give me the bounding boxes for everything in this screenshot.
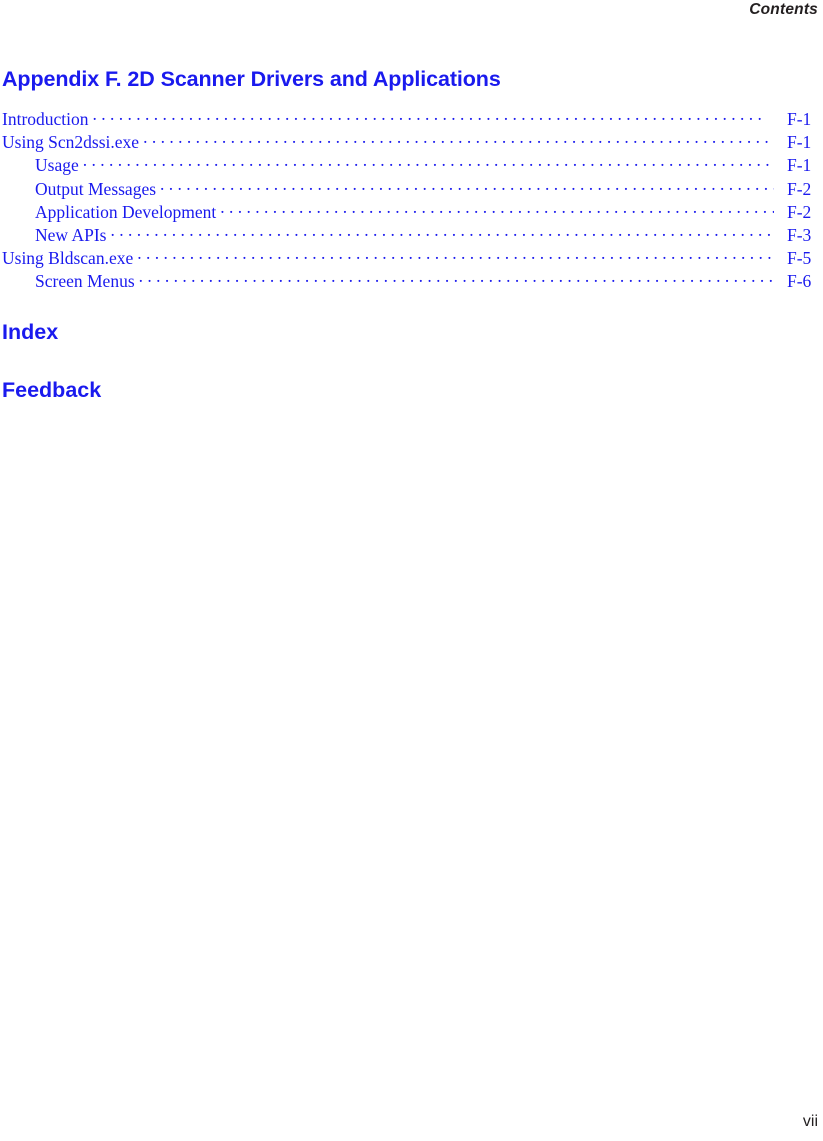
toc-entry-page: F-1 [787, 155, 812, 176]
toc-entry-page: F-1 [787, 109, 812, 129]
toc-leader-dots [160, 178, 774, 195]
toc-entry-page: F-2 [787, 201, 812, 222]
section-heading-index[interactable]: Index [2, 320, 58, 345]
toc-entry[interactable]: Screen Menus F-6 [0, 270, 823, 293]
toc-entry-page: F-5 [787, 248, 812, 269]
toc-leader-dots [110, 224, 774, 241]
toc-entry-label: Screen Menus [35, 271, 135, 292]
toc-entry-page: F-3 [787, 224, 812, 245]
document-page: Contents Appendix F. 2D Scanner Drivers … [0, 0, 823, 1141]
toc-leader-dots [139, 270, 774, 287]
toc-entry-label: New APIs [35, 224, 107, 245]
toc-leader-dots [220, 201, 774, 218]
toc-entry-page: F-2 [787, 178, 812, 199]
toc-leader-dots [93, 108, 763, 125]
toc-entry-label: Using Bldscan.exe [2, 248, 134, 269]
running-header: Contents [749, 1, 818, 18]
toc-entry-page: F-6 [787, 271, 812, 292]
section-heading-feedback[interactable]: Feedback [2, 378, 101, 403]
table-of-contents: IntroductionF-1Using Scn2dssi.exeF-1Usag… [0, 108, 823, 294]
appendix-title: Appendix F. 2D Scanner Drivers and Appli… [2, 67, 501, 91]
toc-leader-dots [143, 131, 774, 148]
toc-entry[interactable]: Introduction F-1 [0, 108, 823, 131]
toc-entry[interactable]: Using Scn2dssi.exe F-1 [0, 131, 823, 154]
toc-entry-page: F-1 [787, 132, 812, 153]
toc-entry[interactable]: Using Bldscan.exe F-5 [0, 247, 823, 270]
toc-entry-label: Application Development [35, 201, 217, 222]
toc-entry[interactable]: Output Messages F-2 [0, 178, 823, 201]
toc-entry-label: Using Scn2dssi.exe [2, 132, 140, 153]
toc-entry[interactable]: Usage F-1 [0, 154, 823, 177]
toc-leader-dots [137, 247, 774, 264]
toc-entry-label: Usage [35, 155, 79, 176]
toc-leader-dots [83, 154, 769, 171]
toc-entry-label: Output Messages [35, 178, 157, 199]
toc-entry[interactable]: New APIs F-3 [0, 224, 823, 247]
page-number-folio: vii [802, 1113, 818, 1130]
toc-entry-label: Introduction [2, 109, 89, 129]
toc-entry[interactable]: Application Development F-2 [0, 201, 823, 224]
